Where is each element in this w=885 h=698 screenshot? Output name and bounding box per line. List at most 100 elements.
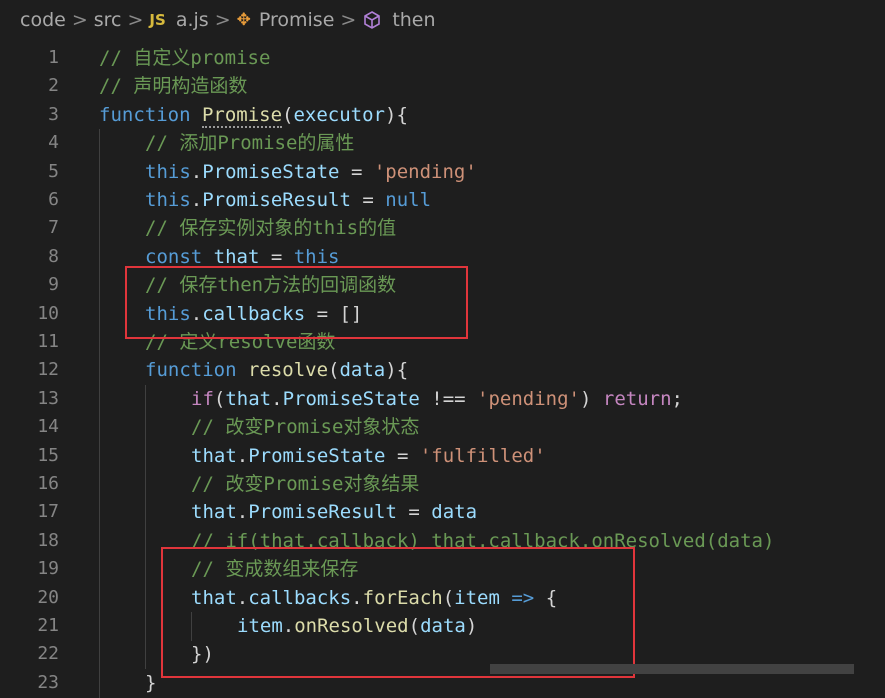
indent-guide xyxy=(99,271,100,301)
code-token: this xyxy=(145,189,191,211)
breadcrumb-item-code[interactable]: code xyxy=(20,9,66,31)
code-token: . xyxy=(271,387,283,410)
line-number: 19 xyxy=(37,558,59,580)
code-line[interactable]: 3 function Promise(executor){ xyxy=(0,101,885,129)
indent-guide xyxy=(145,612,146,641)
code-text: // 改变Promise对象结果 xyxy=(191,470,419,498)
code-text: if(that.PromiseState !== 'pending') retu… xyxy=(191,385,683,413)
code-line[interactable]: 4 // 添加Promise的属性 xyxy=(0,129,885,159)
code-token: this xyxy=(293,245,340,268)
breadcrumb-item-file[interactable]: a.js xyxy=(176,9,209,31)
code-token: function xyxy=(99,103,202,126)
code-line[interactable]: 17 that.PromiseResult = data xyxy=(0,498,885,528)
code-text: // 自定义promise xyxy=(99,44,270,72)
code-token: PromiseResult xyxy=(202,189,351,211)
class-symbol-icon: ✥ xyxy=(236,10,251,30)
code-line[interactable]: 15 that.PromiseState = 'fulfilled' xyxy=(0,441,885,471)
indent-guide xyxy=(99,242,100,272)
indent-guide xyxy=(99,384,100,414)
code-token: this xyxy=(145,160,191,183)
breadcrumb: code > src > JS a.js > ✥ Promise > then xyxy=(0,0,885,40)
line-number: 5 xyxy=(48,160,59,182)
code-token: return xyxy=(602,387,672,410)
indent-guide xyxy=(145,441,146,471)
line-number: 23 xyxy=(37,671,59,693)
indent-guide xyxy=(99,356,100,386)
line-number: 3 xyxy=(48,103,59,125)
javascript-file-icon: JS xyxy=(149,11,166,29)
code-line[interactable]: 13 if(that.PromiseState !== 'pending') re… xyxy=(0,384,885,414)
highlight-box-callbacks xyxy=(125,266,468,339)
line-number: 17 xyxy=(37,501,59,523)
line-number: 15 xyxy=(37,444,59,466)
code-token: = xyxy=(259,245,294,268)
code-line[interactable]: 1 // 自定义promise xyxy=(0,44,885,72)
indent-guide xyxy=(145,555,146,585)
line-number: 4 xyxy=(48,132,59,154)
code-token: that xyxy=(225,387,272,410)
code-token: null xyxy=(385,189,432,211)
code-text: this.PromiseResult = null xyxy=(145,186,431,214)
indent-guide xyxy=(99,328,100,357)
code-token: // 改变Promise对象结果 xyxy=(191,473,420,495)
code-token: = xyxy=(396,501,432,524)
line-number: 6 xyxy=(48,189,59,210)
code-token: // 声明构造函数 xyxy=(99,75,248,98)
indent-guide xyxy=(99,441,100,471)
code-token: that xyxy=(191,501,237,524)
code-line[interactable]: 12 function resolve(data){ xyxy=(0,356,885,386)
code-token: function xyxy=(145,359,248,382)
line-number: 8 xyxy=(48,245,59,267)
code-line[interactable]: 14 // 改变Promise对象状态 xyxy=(0,413,885,443)
method-cube-icon xyxy=(362,10,382,30)
indent-guide xyxy=(99,612,100,641)
code-token: data xyxy=(339,359,386,382)
line-number: 12 xyxy=(37,359,59,381)
line-number: 11 xyxy=(37,331,59,352)
code-token: = xyxy=(339,160,374,183)
code-text: function resolve(data){ xyxy=(145,356,408,384)
indent-guide xyxy=(145,583,146,613)
code-token: // 添加Promise的属性 xyxy=(145,132,355,155)
indent-guide xyxy=(99,470,100,499)
code-token: PromiseState xyxy=(202,160,340,183)
code-token: data xyxy=(431,501,478,524)
code-token: if xyxy=(191,387,214,410)
code-token: . xyxy=(190,160,203,183)
breadcrumb-item-then[interactable]: then xyxy=(392,9,435,31)
horizontal-scrollbar[interactable] xyxy=(490,664,854,674)
code-text: // 声明构造函数 xyxy=(99,72,247,100)
breadcrumb-item-promise[interactable]: Promise xyxy=(259,9,335,31)
code-token: resolve xyxy=(247,359,329,382)
code-line[interactable]: 6 this.PromiseResult = null xyxy=(0,186,885,215)
code-text: // 保存实例对象的this的值 xyxy=(145,214,396,242)
code-line[interactable]: 2 // 声明构造函数 xyxy=(0,72,885,100)
code-token: // 保存实例对象的this的值 xyxy=(145,217,397,240)
breadcrumb-item-src[interactable]: src xyxy=(94,9,122,31)
code-token: = xyxy=(385,444,420,467)
code-token: PromiseResult xyxy=(248,501,397,524)
code-token: ) xyxy=(580,387,603,410)
code-text: // 添加Promise的属性 xyxy=(145,129,354,157)
code-text: that.PromiseState = 'fulfilled' xyxy=(191,442,546,470)
code-token: const xyxy=(145,245,214,268)
indent-guide xyxy=(99,555,100,585)
code-token: that xyxy=(191,444,237,467)
indent-guide xyxy=(99,186,100,215)
code-token: // 自定义promise xyxy=(99,47,271,69)
code-token: PromiseState xyxy=(282,387,420,410)
code-token: = xyxy=(350,189,386,211)
code-text: function Promise(executor){ xyxy=(99,101,408,129)
code-token: PromiseState xyxy=(248,444,386,467)
line-number: 10 xyxy=(37,302,59,324)
indent-guide xyxy=(99,129,100,159)
indent-guide xyxy=(99,157,100,187)
chevron-right-icon: > xyxy=(127,9,144,31)
code-line[interactable]: 7 // 保存实例对象的this的值 xyxy=(0,214,885,244)
code-token: // 改变Promise对象状态 xyxy=(191,416,420,439)
code-token: !== xyxy=(419,387,478,410)
code-line[interactable]: 5 this.PromiseState = 'pending' xyxy=(0,157,885,187)
line-number: 9 xyxy=(48,274,59,296)
line-number: 22 xyxy=(37,643,59,665)
code-line[interactable]: 16 // 改变Promise对象结果 xyxy=(0,470,885,499)
